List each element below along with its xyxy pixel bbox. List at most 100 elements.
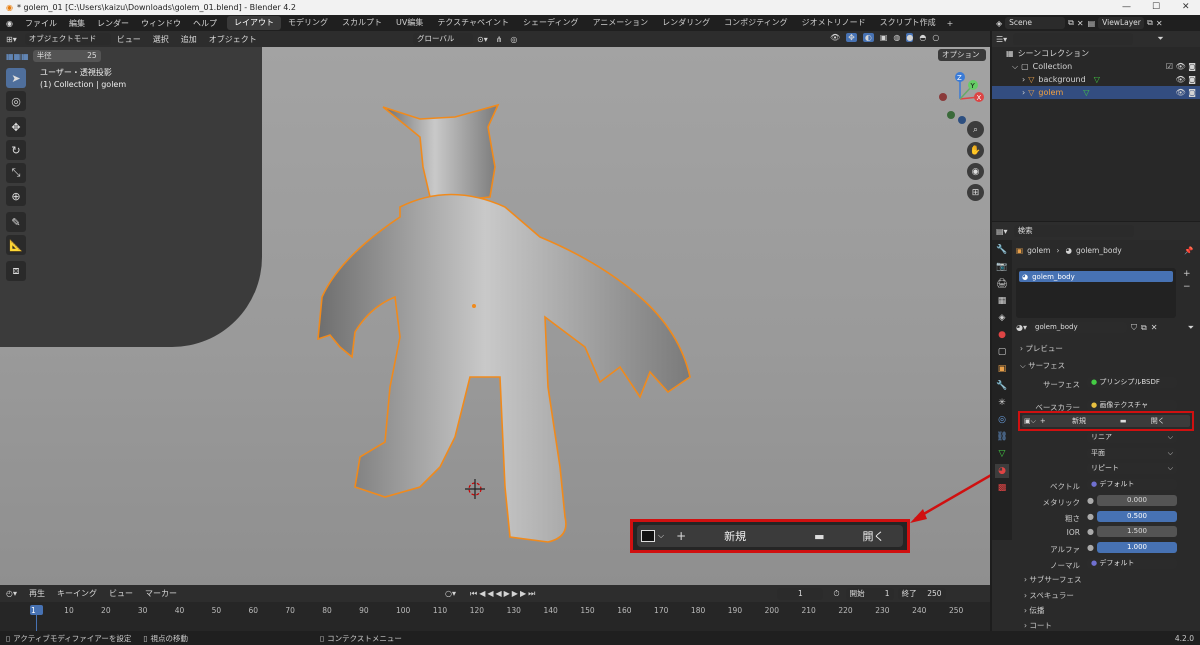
radius-field[interactable]: 半径 25 [32,50,101,62]
move-tool-icon[interactable]: ✥ [6,117,26,137]
xray-icon[interactable]: ▣ [880,33,888,42]
options-button[interactable]: オプション [938,49,986,61]
close-icon[interactable]: ✕ [1182,2,1190,12]
navigation-gizmo[interactable]: Z Y X [935,69,985,127]
material-tab-icon[interactable]: ◕ [995,464,1009,478]
proportional-edit-icon[interactable]: ◎ [510,35,517,44]
menu-object[interactable]: オブジェクト [203,34,263,45]
menu-marker[interactable]: マーカー [139,588,183,599]
current-frame-field[interactable]: 1 [777,587,824,600]
tab-rendering[interactable]: レンダリング [655,16,717,30]
alpha-field[interactable]: 1.000 [1097,542,1177,553]
interpolation-select[interactable]: リニア ⌵ [1087,432,1177,443]
tab-animation[interactable]: アニメーション [585,16,655,30]
section-coat[interactable]: › コート [1024,620,1052,631]
output-tab-icon[interactable]: 🖨 [995,277,1009,291]
properties-search-input[interactable]: 検索 [1013,225,1134,237]
tab-texture-paint[interactable]: テクスチャペイント [430,16,516,30]
visibility-icon[interactable]: 👁 ◙ [1176,88,1196,97]
menu-help[interactable]: ヘルプ [187,18,223,29]
modifier-tab-icon[interactable]: 🔧 [995,379,1009,393]
add-workspace-button[interactable]: + [943,19,958,28]
remove-slot-button[interactable]: − [1183,281,1191,294]
menu-select[interactable]: 選択 [147,34,175,45]
scene-field[interactable]: Scene [1005,17,1066,29]
material-browse-icon[interactable]: ◕▾ [1016,323,1027,332]
collection-checkbox-icon[interactable]: ☑ 👁 ◙ [1166,62,1196,71]
collection-tab-icon[interactable]: ▢ [995,345,1009,359]
menu-view[interactable]: ビュー [111,34,147,45]
section-subsurface[interactable]: › サブサーフェス [1024,574,1081,585]
section-surface[interactable]: ⌵ サーフェス [1020,360,1065,371]
image-browse-icon[interactable]: ▣⌵ [1024,417,1036,426]
pivot-icon[interactable]: ⊙▾ [477,35,488,44]
menu-view[interactable]: ビュー [103,588,139,599]
tab-compositing[interactable]: コンポジティング [717,16,795,30]
collection-row[interactable]: ⌵ ▢ Collection ☑ 👁 ◙ [992,60,1200,73]
roughness-field[interactable]: 0.500 [1097,511,1177,522]
timeline-editor-icon[interactable]: ◴▾ [6,589,17,598]
fake-user-icon[interactable]: ⛉ [1131,323,1137,333]
scene-collection-row[interactable]: ▦ シーンコレクション [992,47,1200,60]
filter-icon[interactable]: ⏷ [1157,34,1163,44]
base-color-field[interactable]: ● 画像テクスチャ [1087,400,1177,411]
particles-tab-icon[interactable]: ✳ [995,396,1009,410]
menu-file[interactable]: ファイル [19,18,63,29]
viewlayer-field[interactable]: ViewLayer [1098,17,1145,29]
golem-mesh[interactable] [0,47,990,585]
tab-geometry-nodes[interactable]: ジオメトリノード [795,16,873,30]
end-frame-field[interactable]: 終了 250 [897,587,946,600]
scene-copy-icon[interactable]: ⧉ [1068,18,1074,28]
render-tab-icon[interactable]: 📷 [995,260,1009,274]
tab-uv[interactable]: UV編集 [389,16,430,30]
tab-sculpt[interactable]: スカルプト [335,16,389,30]
normal-field[interactable]: ● デフォルト [1087,558,1177,569]
measure-tool-icon[interactable]: 📐 [6,235,26,255]
shading-material-icon[interactable]: ◓ [919,33,926,42]
playback-controls[interactable]: ⏮◀◀◀▶▶▶⏭ [470,589,537,599]
properties-editor-icon[interactable]: ▤▾ [996,227,1008,236]
add-slot-button[interactable]: + [1183,268,1191,281]
3d-viewport[interactable]: ユーザー・透視投影 (1) Collection | golem Z Y X ⌕… [0,47,990,585]
copy-material-icon[interactable]: ⧉ [1141,323,1147,333]
menu-playback[interactable]: 再生 [23,588,51,599]
pan-hand-icon[interactable]: ✋ [967,142,984,159]
section-specular[interactable]: › スペキュラー [1024,590,1074,601]
transform-orientation-select[interactable]: グローバル [413,33,473,45]
tab-layout[interactable]: レイアウト [226,16,281,30]
add-cube-tool-icon[interactable]: ⧈ [6,261,26,281]
shading-rendered-icon[interactable]: ○ [932,33,939,42]
constraints-tab-icon[interactable]: ⛓ [995,430,1009,444]
menu-add[interactable]: 追加 [175,34,203,45]
visibility-icon[interactable]: 👁 ◙ [1176,75,1196,84]
shading-wireframe-icon[interactable]: ◍ [893,33,900,42]
record-icon[interactable]: ○▾ [445,589,456,598]
cursor-tool-icon[interactable]: ◎ [6,91,26,111]
tab-modeling[interactable]: モデリング [281,16,335,30]
projection-select[interactable]: 平面 ⌵ [1087,448,1177,459]
tab-scripting[interactable]: スクリプト作成 [873,16,943,30]
outliner-search-input[interactable] [1013,33,1134,45]
material-slot-item[interactable]: ◕ golem_body [1019,271,1173,282]
menu-render[interactable]: レンダー [91,18,135,29]
menu-window[interactable]: ウィンドウ [135,18,187,29]
section-transmission[interactable]: › 伝播 [1024,605,1044,616]
material-name-field[interactable]: golem_body [1031,322,1127,333]
shading-solid-icon[interactable]: ● [906,33,914,42]
link-type-icon[interactable]: ⏷ [1188,323,1194,333]
snap-icon[interactable]: ⋔ [496,35,503,44]
metallic-field[interactable]: 0.000 [1097,495,1177,506]
scene-delete-icon[interactable]: ✕ [1077,19,1084,28]
scene-tab-icon[interactable]: ◈ [995,311,1009,325]
extension-select[interactable]: リピート ⌵ [1087,463,1177,474]
new-image-button[interactable]: + 新規 [1040,416,1100,426]
maximize-icon[interactable]: ☐ [1152,2,1160,12]
annotate-tool-icon[interactable]: ✎ [6,212,26,232]
visibility-icon[interactable]: 👁 [830,33,840,42]
rotate-tool-icon[interactable]: ↻ [6,140,26,160]
outliner-item-background[interactable]: › ▽ background ▽ 👁 ◙ [992,73,1200,86]
ior-field[interactable]: 1.500 [1097,526,1177,537]
start-frame-field[interactable]: 開始 1 [845,587,894,600]
surface-shader-field[interactable]: ● プリンシプルBSDF [1087,377,1177,388]
data-tab-icon[interactable]: ▽ [995,447,1009,461]
